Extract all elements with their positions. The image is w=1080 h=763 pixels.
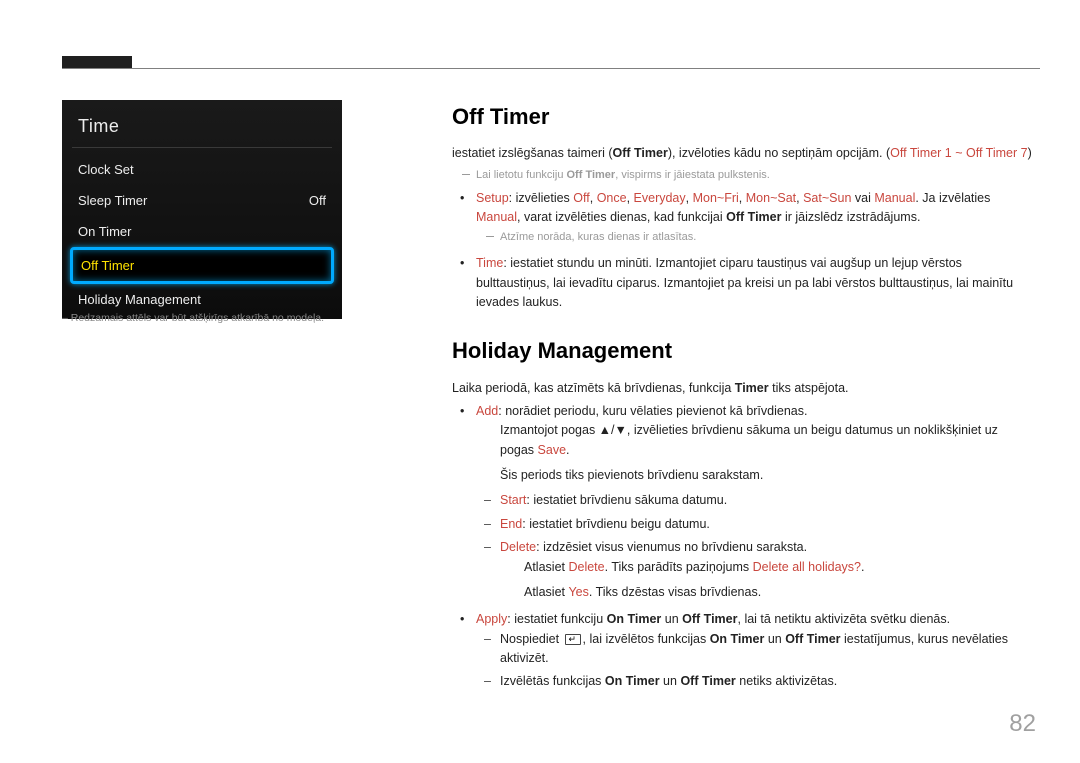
osd-item-value: Off — [309, 193, 326, 208]
dash-delete: Delete: izdzēsiet visus vienumus no brīv… — [500, 538, 1032, 602]
osd-item-clock-set[interactable]: Clock Set — [62, 154, 342, 185]
osd-title: Time — [62, 112, 342, 145]
dash-end: End: iestatiet brīvdienu beigu datumu. — [500, 515, 1032, 534]
content-area: Off Timer iestatiet izslēgšanas taimeri … — [452, 100, 1032, 700]
heading-off-timer: Off Timer — [452, 100, 1032, 134]
off-timer-intro: iestatiet izslēgšanas taimeri (Off Timer… — [452, 144, 1032, 163]
osd-item-label: Clock Set — [78, 162, 134, 177]
setup-subnote: Atzīme norāda, kuras dienas ir atlasītas… — [476, 229, 1032, 246]
osd-item-label: Sleep Timer — [78, 193, 147, 208]
enter-icon — [565, 634, 581, 645]
osd-item-off-timer[interactable]: Off Timer — [70, 247, 334, 284]
divider — [72, 147, 332, 148]
header-rule — [62, 68, 1040, 69]
delete-line2: Atlasiet Delete. Tiks parādīts paziņojum… — [500, 558, 1032, 577]
bullet-setup: Setup: izvēlieties Off, Once, Everyday, … — [476, 189, 1032, 247]
heading-holiday-management: Holiday Management — [452, 334, 1032, 368]
osd-item-on-timer[interactable]: On Timer — [62, 216, 342, 247]
add-line3: Šis periods tiks pievienots brīvdienu sa… — [476, 466, 1032, 485]
delete-line3: Atlasiet Yes. Tiks dzēstas visas brīvdie… — [500, 583, 1032, 602]
header-accent — [62, 56, 132, 68]
osd-item-holiday-management[interactable]: Holiday Management — [62, 284, 342, 315]
bullet-apply: Apply: iestatiet funkciju On Timer un Of… — [476, 610, 1032, 692]
add-line2: Izmantojot pogas ▲/▼, izvēlieties brīvdi… — [476, 421, 1032, 460]
dash-apply-selected: Izvēlētās funkcijas On Timer un Off Time… — [500, 672, 1032, 691]
dash-start: Start: iestatiet brīvdienu sākuma datumu… — [500, 491, 1032, 510]
panel-caption: – Redzamais attēls var būt atšķirīgs atk… — [62, 312, 324, 324]
page-number: 82 — [1009, 710, 1036, 738]
osd-item-label: On Timer — [78, 224, 131, 239]
osd-panel: Time Clock Set Sleep Timer Off On Timer … — [62, 100, 342, 319]
bullet-add: Add: norādiet periodu, kuru vēlaties pie… — [476, 402, 1032, 602]
off-timer-note: Lai lietotu funkciju Off Timer, vispirms… — [452, 167, 1032, 184]
bullet-time: Time: iestatiet stundu un minūti. Izmant… — [476, 254, 1032, 312]
osd-item-label: Holiday Management — [78, 292, 201, 307]
osd-item-label: Off Timer — [81, 258, 134, 273]
osd-item-sleep-timer[interactable]: Sleep Timer Off — [62, 185, 342, 216]
holiday-intro: Laika periodā, kas atzīmēts kā brīvdiena… — [452, 379, 1032, 398]
dash-apply-press: Nospiediet , lai izvēlētos funkcijas On … — [500, 630, 1032, 669]
